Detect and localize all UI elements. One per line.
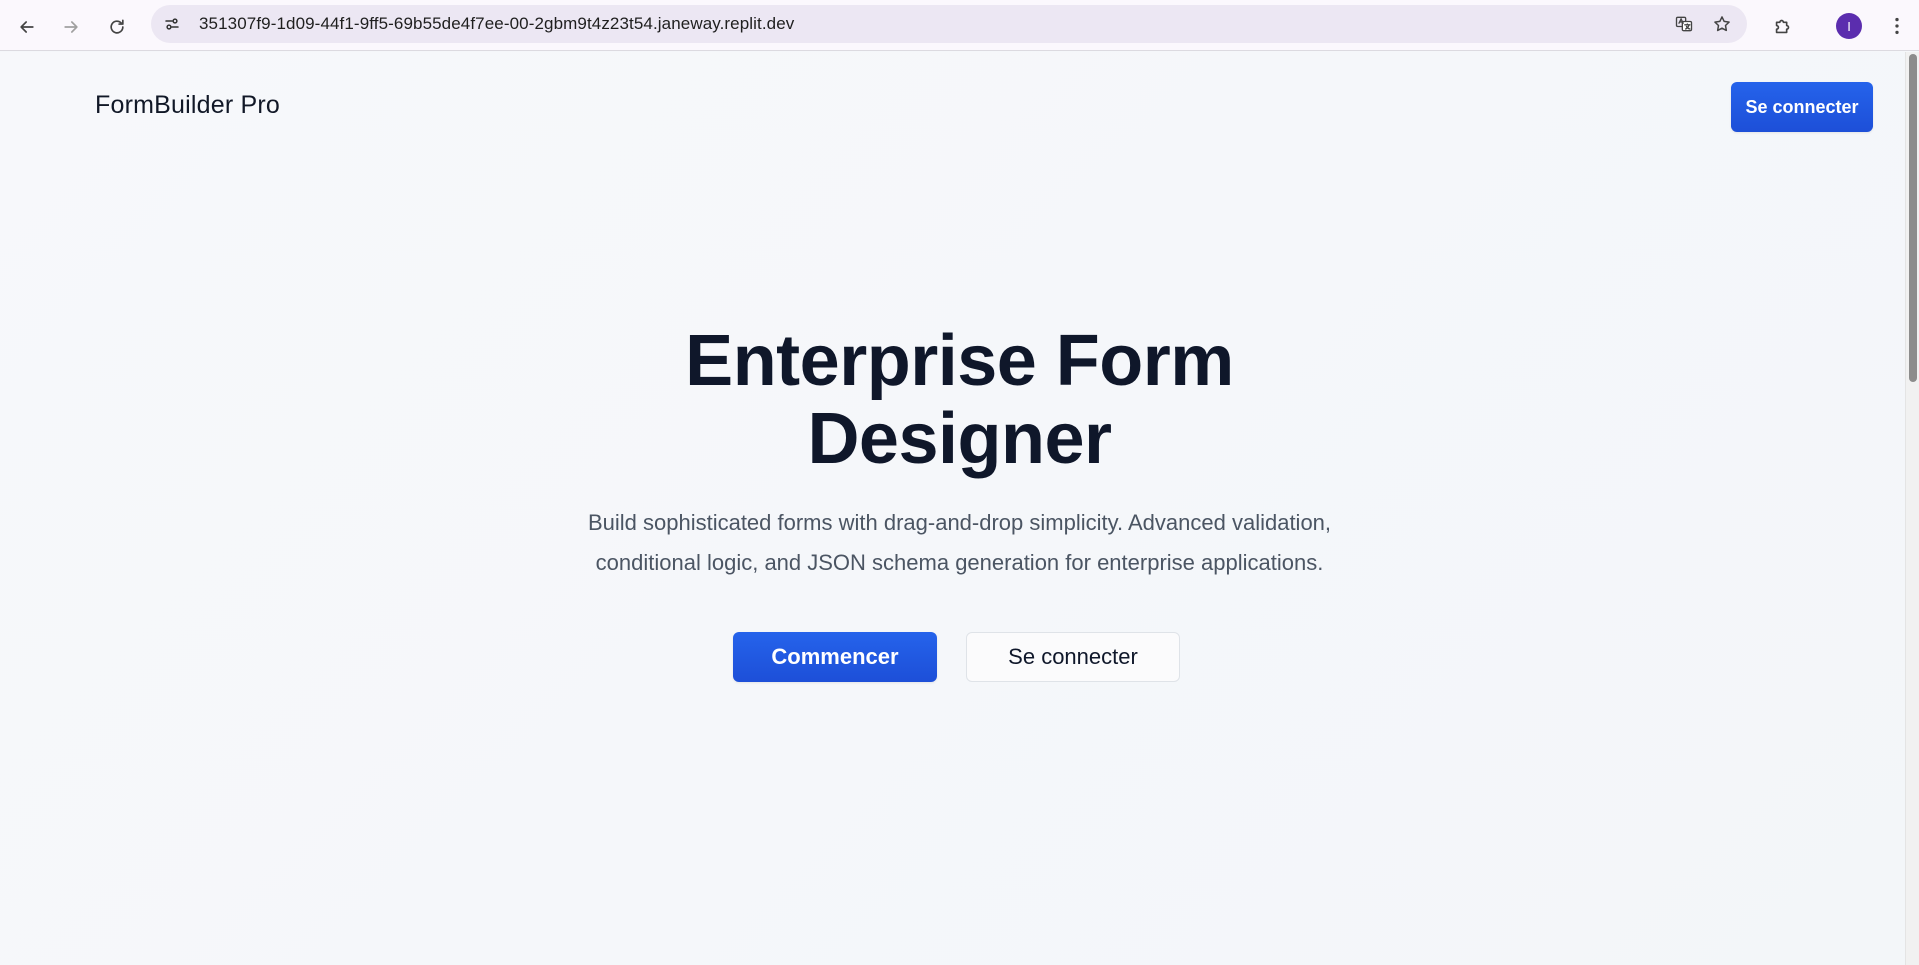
page-viewport: FormBuilder Pro Se connecter Enterprise …: [0, 52, 1919, 965]
arrow-left-icon: [20, 21, 34, 33]
header-login-button[interactable]: Se connecter: [1731, 82, 1873, 132]
bookmark-button[interactable]: [1707, 9, 1737, 39]
page-scrollbar[interactable]: [1905, 52, 1919, 965]
reload-icon: [110, 19, 124, 34]
avatar: I: [1836, 13, 1862, 39]
address-bar[interactable]: 351307f9-1d09-44f1-9ff5-69b55de4f7ee-00-…: [151, 5, 1747, 43]
hero-subtitle: Build sophisticated forms with drag-and-…: [0, 503, 1919, 583]
reload-button[interactable]: [98, 8, 136, 46]
browser-menu-button[interactable]: [1877, 6, 1917, 46]
star-icon: [1714, 16, 1730, 32]
hero-subtitle-line-2: conditional logic, and JSON schema gener…: [595, 550, 1324, 575]
profile-button[interactable]: I: [1829, 6, 1869, 46]
extensions-button[interactable]: [1763, 6, 1803, 46]
brand-logo-text[interactable]: FormBuilder Pro: [95, 91, 280, 120]
more-vertical-icon: [1895, 17, 1899, 35]
puzzle-icon: [1775, 19, 1790, 34]
site-info-button[interactable]: [157, 9, 187, 39]
hero-title: Enterprise Form Designer: [0, 322, 1919, 478]
tune-icon: [165, 18, 179, 30]
back-button[interactable]: [8, 8, 46, 46]
hero-title-line-1: Enterprise Form: [685, 321, 1234, 401]
hero-title-line-2: Designer: [807, 399, 1112, 479]
scrollbar-thumb[interactable]: [1909, 54, 1917, 382]
forward-button[interactable]: [52, 8, 90, 46]
translate-icon: [1675, 16, 1693, 32]
arrow-right-icon: [64, 21, 78, 33]
browser-toolbar: 351307f9-1d09-44f1-9ff5-69b55de4f7ee-00-…: [0, 0, 1919, 51]
hero-subtitle-line-1: Build sophisticated forms with drag-and-…: [587, 510, 1332, 535]
get-started-button[interactable]: Commencer: [733, 632, 937, 682]
translate-button[interactable]: [1669, 9, 1699, 39]
hero-login-button[interactable]: Se connecter: [966, 632, 1180, 682]
url-text[interactable]: 351307f9-1d09-44f1-9ff5-69b55de4f7ee-00-…: [199, 14, 794, 34]
